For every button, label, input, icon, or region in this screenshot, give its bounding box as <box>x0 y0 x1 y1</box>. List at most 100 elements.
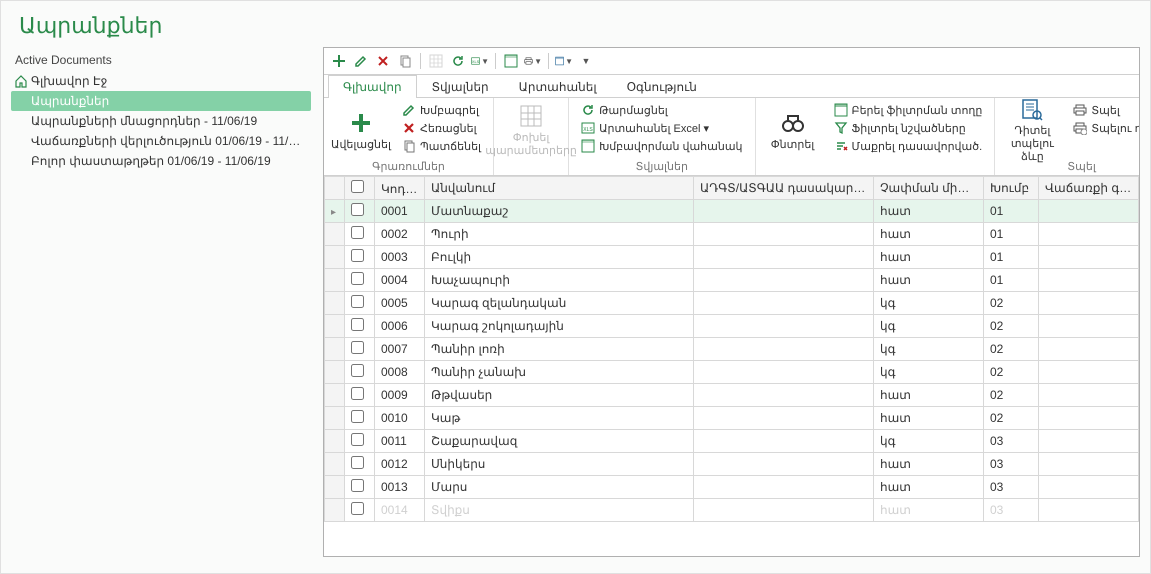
col-name-header[interactable]: Անվանում <box>425 177 694 200</box>
tree-item[interactable]: Վաճառքների վերլուծություն 01/06/19 - 11/… <box>11 131 311 151</box>
more-icon[interactable]: ▼ <box>577 52 595 70</box>
table-row[interactable]: 0014Տվիքսհատ03 <box>325 499 1139 522</box>
row-check-cell[interactable] <box>345 361 375 384</box>
ribbon-button[interactable]: Դիտել տպելու ձևը <box>1003 102 1061 158</box>
row-checkbox[interactable] <box>351 456 364 469</box>
cell <box>694 315 874 338</box>
ribbon-button[interactable]: Ֆիլտրել նշվածները <box>830 120 987 136</box>
excel-icon[interactable]: XLS ▼ <box>471 52 489 70</box>
row-check-cell[interactable] <box>345 269 375 292</box>
ribbon-tab[interactable]: Գլխավոր <box>328 75 417 98</box>
ribbon-button[interactable]: Փնտրել <box>764 102 822 158</box>
tree-item[interactable]: Գլխավոր Էջ <box>11 71 311 91</box>
ribbon-button[interactable]: Ավելացնել <box>332 102 390 158</box>
row-checkbox[interactable] <box>351 479 364 492</box>
row-check-cell[interactable] <box>345 315 375 338</box>
main-panel: XLS ▼ ▼ ▼ ▼ ԳլխավորՏվյալներ <box>323 47 1140 557</box>
row-check-cell[interactable] <box>345 476 375 499</box>
row-check-cell[interactable] <box>345 384 375 407</box>
copy-icon[interactable] <box>396 52 414 70</box>
tree-item[interactable]: Բոլոր փաստաթղթեր 01/06/19 - 11/06/19 <box>11 151 311 171</box>
excel-icon: XLS <box>581 121 595 135</box>
grid-icon[interactable] <box>427 52 445 70</box>
row-checkbox[interactable] <box>351 433 364 446</box>
col-category-header[interactable]: ԱԴԳՏ/ԱՏԳԱԱ դասակարգիչ <box>694 177 874 200</box>
cell: Պանիր լոռի <box>425 338 694 361</box>
cell: 0005 <box>375 292 425 315</box>
tree-item[interactable]: Ապրանքներ <box>11 91 311 111</box>
row-check-cell[interactable] <box>345 292 375 315</box>
print-icon[interactable]: ▼ <box>524 52 542 70</box>
ribbon-button[interactable]: Խմբագրել <box>398 102 485 118</box>
ribbon-tab[interactable]: Օգնություն <box>612 75 712 98</box>
check-all-header[interactable] <box>345 177 375 200</box>
table-row[interactable]: 0004Խաչապուրիհատ01 <box>325 269 1139 292</box>
row-check-cell[interactable] <box>345 223 375 246</box>
table-row[interactable]: 0005Կարագ զելանդականկգ02 <box>325 292 1139 315</box>
page-title: Ապրանքներ <box>19 13 1132 39</box>
ribbon-button[interactable]: Թարմացնել <box>577 102 746 118</box>
row-checkbox[interactable] <box>351 249 364 262</box>
ribbon-button[interactable]: Տպել <box>1069 102 1140 118</box>
cell: 0012 <box>375 453 425 476</box>
row-checkbox[interactable] <box>351 410 364 423</box>
edit-icon[interactable] <box>352 52 370 70</box>
delete-icon[interactable] <box>374 52 392 70</box>
row-check-cell[interactable] <box>345 499 375 522</box>
refresh-icon[interactable] <box>449 52 467 70</box>
row-checkbox[interactable] <box>351 295 364 308</box>
row-check-cell[interactable] <box>345 430 375 453</box>
table-row[interactable]: 0006Կարագ շոկոլադայինկգ02 <box>325 315 1139 338</box>
row-checkbox[interactable] <box>351 203 364 216</box>
row-checkbox[interactable] <box>351 226 364 239</box>
ribbon-button[interactable]: Տպելու դրո <box>1069 120 1140 136</box>
row-checkbox[interactable] <box>351 341 364 354</box>
group-panel-icon[interactable] <box>502 52 520 70</box>
cell <box>694 246 874 269</box>
cell <box>1039 200 1139 223</box>
data-grid-wrap[interactable]: Կոդ 1 ▲ Անվանում ԱԴԳՏ/ԱՏԳԱԱ դասակարգիչ Չ… <box>324 176 1139 556</box>
tree-item[interactable]: Ապրանքների մնացորդներ - 11/06/19 <box>11 111 311 131</box>
col-price-header[interactable]: Վաճառքի գին <box>1039 177 1139 200</box>
ribbon-button[interactable]: Հեռացնել <box>398 120 485 136</box>
print-preview-icon <box>1019 98 1045 122</box>
ribbon-button[interactable]: XLSԱրտահանել Excel ▾ <box>577 120 746 136</box>
row-checkbox[interactable] <box>351 502 364 515</box>
table-row[interactable]: ▸0001Մատնաքաշհատ01 <box>325 200 1139 223</box>
add-icon[interactable] <box>330 52 348 70</box>
table-row[interactable]: 0013Մարսհատ03 <box>325 476 1139 499</box>
row-checkbox[interactable] <box>351 364 364 377</box>
table-row[interactable]: 0007Պանիր լոռիկգ02 <box>325 338 1139 361</box>
cell: 03 <box>984 476 1039 499</box>
table-row[interactable]: 0009Թթվասերհատ02 <box>325 384 1139 407</box>
check-all[interactable] <box>351 180 364 193</box>
ribbon-tab[interactable]: Տվյալներ <box>417 75 504 98</box>
row-check-cell[interactable] <box>345 200 375 223</box>
table-row[interactable]: 0003Բուլկիհատ01 <box>325 246 1139 269</box>
row-check-cell[interactable] <box>345 246 375 269</box>
ribbon-button[interactable]: Խմբավորման վահանակ <box>577 138 746 154</box>
ribbon-button-label: Թարմացնել <box>599 104 668 117</box>
row-checkbox[interactable] <box>351 272 364 285</box>
row-check-cell[interactable] <box>345 407 375 430</box>
col-unit-header[interactable]: Չափման միավոր <box>874 177 984 200</box>
row-checkbox[interactable] <box>351 387 364 400</box>
ribbon-tab[interactable]: Արտահանել <box>504 75 612 98</box>
ribbon-group: Փնտրել Բերել ֆիլտրման տողը Ֆիլտրել նշվածնե… <box>756 98 996 175</box>
layout-icon[interactable]: ▼ <box>555 52 573 70</box>
row-check-cell[interactable] <box>345 338 375 361</box>
table-row[interactable]: 0011Շաքարավազկգ03 <box>325 430 1139 453</box>
cell: հատ <box>874 246 984 269</box>
ribbon-button[interactable]: Պատճենել <box>398 138 485 154</box>
cell: հատ <box>874 476 984 499</box>
col-group-header[interactable]: Խումբ <box>984 177 1039 200</box>
table-row[interactable]: 0008Պանիր չանախկգ02 <box>325 361 1139 384</box>
ribbon-button[interactable]: Մաքրել դասավորված. <box>830 138 987 154</box>
table-row[interactable]: 0002Պուրիհատ01 <box>325 223 1139 246</box>
table-row[interactable]: 0012Սնիկերսհատ03 <box>325 453 1139 476</box>
ribbon-button[interactable]: Բերել ֆիլտրման տողը <box>830 102 987 118</box>
col-code-header[interactable]: Կոդ 1 ▲ <box>375 177 425 200</box>
row-check-cell[interactable] <box>345 453 375 476</box>
table-row[interactable]: 0010Կաթհատ02 <box>325 407 1139 430</box>
row-checkbox[interactable] <box>351 318 364 331</box>
